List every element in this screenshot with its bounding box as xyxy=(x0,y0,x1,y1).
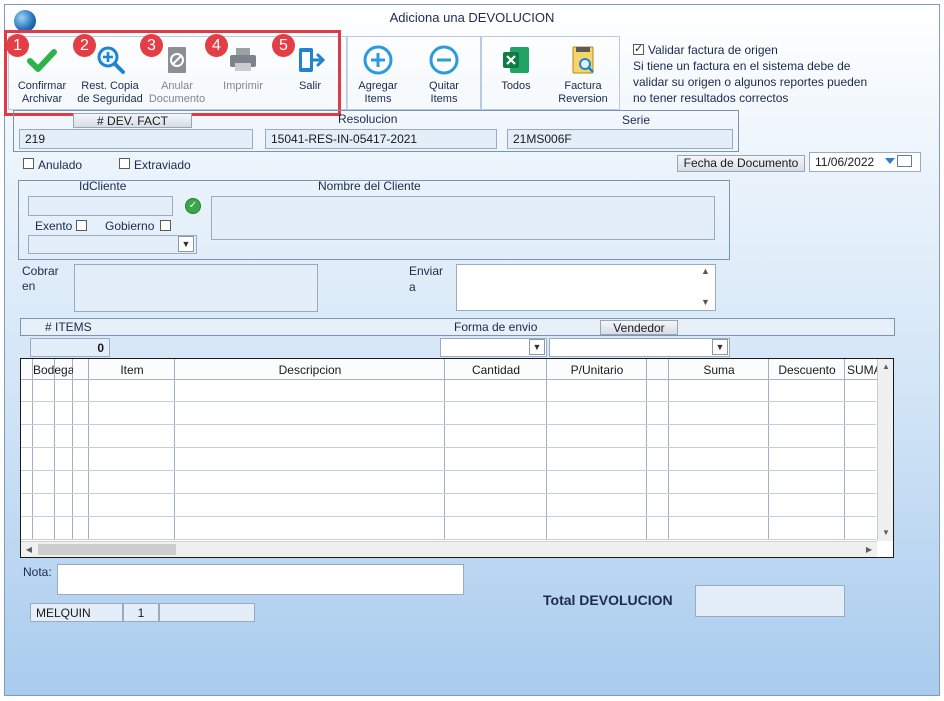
items-grid[interactable]: Bodega Item Descripcion Cantidad P/Unita… xyxy=(20,358,894,558)
grid-vertical-scrollbar[interactable]: ▲ ▼ xyxy=(877,359,893,541)
serie-field[interactable]: 21MS006F xyxy=(507,129,733,149)
col-cantidad[interactable]: Cantidad xyxy=(445,363,547,377)
items-label: # ITEMS xyxy=(45,320,92,334)
document-cancel-icon xyxy=(168,47,186,73)
validate-note-line3: no tener resultados correctos xyxy=(633,91,789,105)
table-row[interactable] xyxy=(21,424,876,448)
nota-field[interactable] xyxy=(57,564,464,595)
col-descripcion[interactable]: Descripcion xyxy=(175,363,445,377)
add-items-button[interactable]: Agregar Items xyxy=(348,44,408,106)
scroll-up-icon[interactable]: ▲ xyxy=(701,266,710,276)
extraviado-checkbox[interactable] xyxy=(119,158,130,169)
vendedor-button[interactable]: Vendedor xyxy=(600,320,678,335)
anulado-checkbox[interactable] xyxy=(23,158,34,169)
magnifier-plus-icon xyxy=(97,46,125,74)
scroll-left-icon[interactable]: ◀ xyxy=(21,542,37,557)
print-button[interactable]: Imprimir xyxy=(212,44,274,93)
scroll-down-icon[interactable]: ▼ xyxy=(701,297,710,307)
dev-fact-header: # DEV. FACT xyxy=(73,113,192,128)
items-count-field: 0 xyxy=(30,338,110,357)
nota-label: Nota: xyxy=(23,565,52,579)
client-verified-icon[interactable]: ✓ xyxy=(185,198,201,214)
vendedor-select[interactable] xyxy=(549,338,730,357)
total-devolucion-label: Total DEVOLUCION xyxy=(543,592,673,608)
export-all-button[interactable]: Todos xyxy=(486,44,546,93)
nombre-cliente-label: Nombre del Cliente xyxy=(318,179,421,193)
exit-button[interactable]: Salir xyxy=(280,44,340,93)
date-dropdown-arrow-icon[interactable] xyxy=(885,158,895,164)
invoice-search-icon xyxy=(572,46,594,74)
cobrar-label-line1: Cobrar xyxy=(22,264,59,278)
extraviado-label: Extraviado xyxy=(134,158,191,172)
remove-items-button[interactable]: Quitar Items xyxy=(414,44,474,106)
client-type-dropdown-icon[interactable]: ▼ xyxy=(178,236,194,252)
minus-circle-icon xyxy=(429,45,459,75)
forma-envio-dropdown-icon[interactable]: ▼ xyxy=(529,339,545,355)
scroll-up-icon[interactable]: ▲ xyxy=(878,359,893,375)
cobrar-label-line2: en xyxy=(22,279,36,293)
restore-backup-button[interactable]: Rest. Copia de Seguridad xyxy=(74,44,146,106)
cobrar-en-field[interactable] xyxy=(74,264,318,312)
invoice-reversal-button[interactable]: Factura Reversion xyxy=(552,44,614,106)
table-row[interactable] xyxy=(21,379,876,402)
exit-door-icon xyxy=(299,48,326,72)
col-item[interactable]: Item xyxy=(89,363,175,377)
client-type-select[interactable] xyxy=(28,235,197,254)
validate-note-line2: validar su origen o algunos reportes pue… xyxy=(633,75,868,89)
user-number-field: 1 xyxy=(123,603,159,622)
fecha-documento-label: Fecha de Documento xyxy=(677,155,805,172)
idcliente-field[interactable] xyxy=(28,196,173,216)
col-p-unitario[interactable]: P/Unitario xyxy=(547,363,647,377)
vendedor-dropdown-icon[interactable]: ▼ xyxy=(712,339,728,355)
table-row[interactable] xyxy=(21,516,876,540)
checkmark-icon xyxy=(27,49,57,72)
col-descuento[interactable]: Descuento xyxy=(769,363,845,377)
resolucion-field[interactable]: 15041-RES-IN-05417-2021 xyxy=(265,129,497,149)
enviar-a-field[interactable] xyxy=(456,264,716,311)
enviar-label-line1: Enviar xyxy=(409,264,444,278)
table-row[interactable] xyxy=(21,401,876,425)
calendar-icon[interactable] xyxy=(897,155,912,167)
grid-header-row: Bodega Item Descripcion Cantidad P/Unita… xyxy=(21,359,877,380)
col-suma[interactable]: Suma xyxy=(669,363,769,377)
gobierno-label: Gobierno xyxy=(105,219,155,233)
table-row[interactable] xyxy=(21,470,876,494)
gobierno-checkbox[interactable] xyxy=(160,220,171,231)
resolucion-label: Resolucion xyxy=(338,112,398,126)
dev-fact-field[interactable]: 219 xyxy=(19,129,253,149)
scroll-thumb[interactable] xyxy=(38,544,176,555)
grid-horizontal-scrollbar[interactable]: ◀ ▶ xyxy=(21,541,877,557)
plus-circle-icon xyxy=(363,45,393,75)
idcliente-label: IdCliente xyxy=(79,179,127,193)
serie-label: Serie xyxy=(622,113,651,127)
exento-label: Exento xyxy=(35,219,73,233)
validate-origin-checkbox[interactable] xyxy=(633,42,644,55)
enviar-label-line2: a xyxy=(409,280,416,294)
validate-note-line1: Si tiene un factura en el sistema debe d… xyxy=(633,59,851,73)
printer-icon xyxy=(230,48,256,71)
grid-body xyxy=(21,379,877,540)
user-extra-field xyxy=(159,603,255,622)
col-suma-total[interactable]: SUMA xyxy=(847,363,877,377)
nombre-cliente-field[interactable] xyxy=(211,196,715,240)
confirm-archive-button[interactable]: Confirmar Archivar xyxy=(12,44,72,106)
cancel-document-button[interactable]: Anular Documento xyxy=(146,44,208,106)
excel-icon xyxy=(503,47,529,73)
scroll-right-icon[interactable]: ▶ xyxy=(861,542,877,557)
table-row[interactable] xyxy=(21,493,876,517)
exento-checkbox[interactable] xyxy=(76,220,87,231)
scroll-down-icon[interactable]: ▼ xyxy=(878,525,893,541)
total-devolucion-field xyxy=(695,585,845,617)
forma-envio-label: Forma de envio xyxy=(454,320,538,334)
col-bodega[interactable]: Bodega xyxy=(33,363,73,377)
table-row[interactable] xyxy=(21,447,876,471)
user-field: MELQUIN xyxy=(30,603,123,622)
validate-origin-label: Validar factura de origen xyxy=(648,43,778,57)
anulado-label: Anulado xyxy=(38,158,83,172)
window-title: Adiciona una DEVOLUCION xyxy=(389,10,555,25)
